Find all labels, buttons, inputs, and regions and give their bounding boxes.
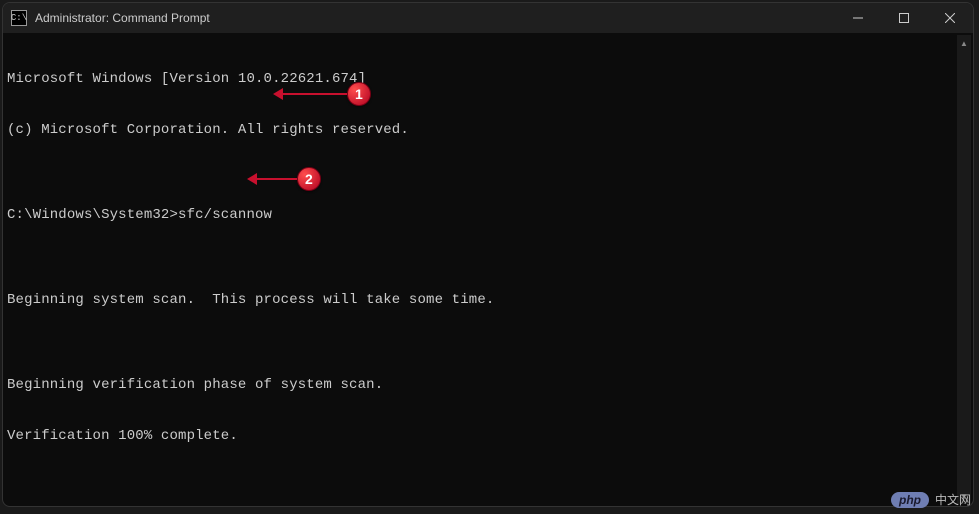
output-line: (c) Microsoft Corporation. All rights re… bbox=[7, 122, 969, 139]
maximize-button[interactable] bbox=[881, 3, 927, 33]
command-prompt-window: C:\ Administrator: Command Prompt Micros… bbox=[2, 2, 974, 507]
prompt-command-line: C:\Windows\System32>sfc/scannow bbox=[7, 207, 969, 224]
watermark: php 中文网 bbox=[891, 491, 971, 508]
annotation-arrow-2: 2 bbox=[255, 167, 321, 191]
output-line: Microsoft Windows [Version 10.0.22621.67… bbox=[7, 71, 969, 88]
arrow-icon bbox=[255, 178, 297, 180]
minimize-button[interactable] bbox=[835, 3, 881, 33]
watermark-text: 中文网 bbox=[935, 491, 971, 508]
close-button[interactable] bbox=[927, 3, 973, 33]
scroll-up-icon[interactable]: ▲ bbox=[957, 35, 971, 51]
terminal-output[interactable]: Microsoft Windows [Version 10.0.22621.67… bbox=[3, 33, 973, 507]
window-title: Administrator: Command Prompt bbox=[35, 11, 835, 25]
annotation-badge-2: 2 bbox=[297, 167, 321, 191]
vertical-scrollbar[interactable]: ▲ ▼ bbox=[957, 35, 971, 504]
arrow-icon bbox=[281, 93, 347, 95]
cmd-icon: C:\ bbox=[11, 10, 27, 26]
output-line: Beginning verification phase of system s… bbox=[7, 377, 969, 394]
titlebar[interactable]: C:\ Administrator: Command Prompt bbox=[3, 3, 973, 33]
output-line: Verification 100% complete. bbox=[7, 428, 969, 445]
window-controls bbox=[835, 3, 973, 33]
output-line: Beginning system scan. This process will… bbox=[7, 292, 969, 309]
php-logo: php bbox=[891, 492, 929, 508]
